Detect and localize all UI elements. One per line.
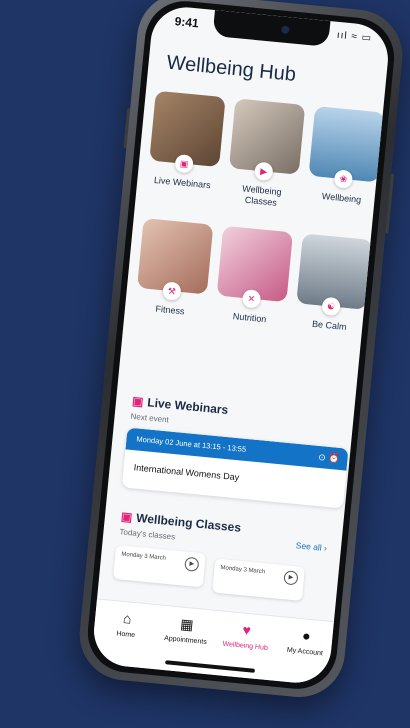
lotus-icon: ❀ [333,169,354,189]
chevron-right-icon: › [323,542,328,554]
class-date: Monday 3 March [220,565,266,576]
see-all-label: See all [295,540,323,553]
tile-label: Live Webinars [153,174,212,191]
phone-bezel: 9:41 ııl ≈ ▭ Wellbeing Hub ▣ Live Webina… [84,0,398,693]
tile-label: Wellbeing Classes [241,183,282,208]
tile-be-calm[interactable]: ☯ Be Calm [294,233,373,334]
play-icon: ▣ [120,509,133,525]
todays-classes-label: Today's classes [119,527,176,542]
signal-wifi-battery-icon: ııl ≈ ▭ [336,29,373,45]
tile-label: Nutrition [232,311,267,325]
tab-wellbeing-hub[interactable]: ♥ Wellbeing Hub [215,619,277,653]
tile-label: Wellbeing [321,191,362,205]
volume-button [123,108,131,149]
calendar-icon: ▣ [131,393,145,409]
event-controls: ⊙ ⏰ [317,446,340,470]
play-icon: ▶ [253,161,274,182]
tile-image: ⚒ [137,218,214,301]
tile-nutrition[interactable]: ✕ Nutrition [214,225,294,327]
class-date: Monday 3 March [121,551,167,562]
status-time: 9:41 [174,14,200,31]
tile-image: ▣ [149,90,226,174]
tile-image: ▶ [228,98,306,182]
calendar-icon: ▦ [179,615,195,633]
tab-bar: ⌂ Home ▦ Appointments ♥ Wellbeing Hub ● … [90,598,337,686]
see-all-link[interactable]: See all › [295,540,327,553]
home-indicator [165,660,256,673]
tile-live-webinars[interactable]: ▣ Live Webinars [147,90,226,192]
hub-icon: ♥ [241,621,252,639]
dumbbell-icon: ⚒ [162,281,182,301]
play-icon[interactable]: ▶ [283,570,299,586]
phone-frame: 9:41 ııl ≈ ▭ Wellbeing Hub ▣ Live Webina… [75,0,407,702]
home-icon: ⌂ [122,609,133,627]
account-icon: ● [301,627,312,644]
camera-icon [281,25,290,35]
tab-home[interactable]: ⌂ Home [95,608,157,642]
meditation-icon: ☯ [321,296,341,317]
event-card[interactable]: Monday 02 June at 13:15 - 13:55 ⊙ ⏰ Inte… [121,427,349,509]
page-title: Wellbeing Hub [165,51,297,86]
app-screen: 9:41 ııl ≈ ▭ Wellbeing Hub ▣ Live Webina… [90,4,392,686]
tile-image: ✕ [216,225,294,309]
play-icon[interactable]: ▶ [184,556,200,572]
event-date: Monday 02 June at 13:15 - 13:55 [136,434,247,454]
class-card[interactable]: Monday 3 March ▶ [113,544,206,588]
class-card[interactable]: Monday 3 March ▶ [212,558,306,602]
category-tiles: ▣ Live Webinars ▶ Wellbeing Classes ❀ We… [137,90,387,332]
next-event-label: Next event [130,411,170,425]
play-icon[interactable]: ⊙ [318,452,326,463]
calendar-icon: ▣ [174,153,194,174]
tile-image: ❀ [308,106,385,189]
tile-label: Be Calm [311,318,347,333]
tab-my-account[interactable]: ● My Account [275,625,337,659]
tile-label: Fitness [155,303,185,317]
notch [212,9,331,47]
cutlery-icon: ✕ [241,288,262,309]
power-button [385,173,395,234]
tile-wellbeing-classes[interactable]: ▶ Wellbeing Classes [225,98,306,210]
alarm-icon[interactable]: ⏰ [328,453,340,464]
tile-fitness[interactable]: ⚒ Fitness [135,218,214,319]
tile-image: ☯ [296,233,373,317]
tile-wellbeing[interactable]: ❀ Wellbeing [306,106,385,207]
tab-appointments[interactable]: ▦ Appointments [155,613,217,647]
